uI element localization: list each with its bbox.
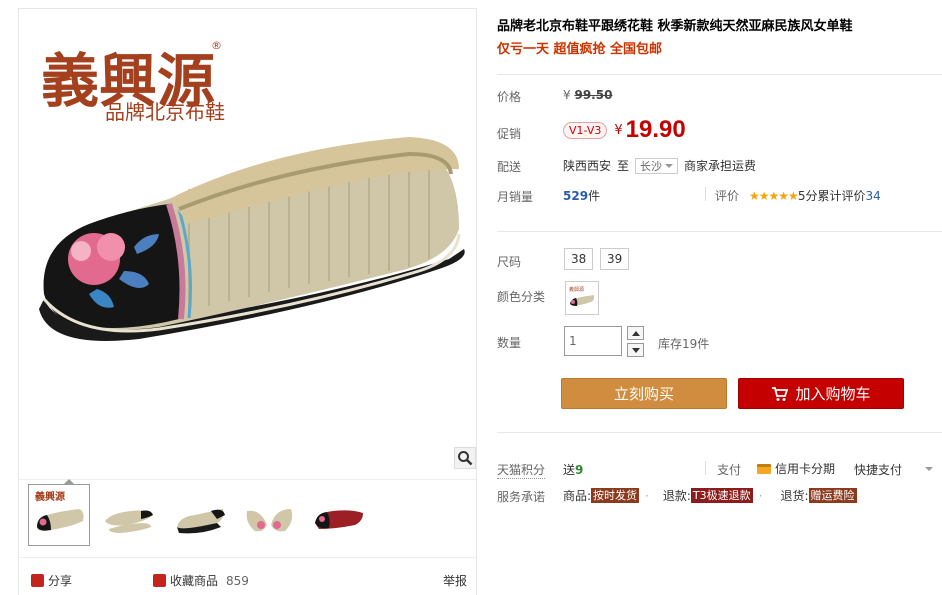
- points-value: 送9: [563, 461, 583, 478]
- service-section: 天猫积分 送9 支付 信用卡分期 快捷支付 服务承诺 商品: 按时发货 · 退款…: [497, 0, 942, 595]
- service-label: 服务承诺: [497, 490, 546, 504]
- fast-refund-tag[interactable]: T3极速退款: [690, 488, 753, 503]
- credit-card-icon: [757, 463, 771, 474]
- thumbnail-1[interactable]: 義興源: [28, 479, 90, 546]
- share-icon: [31, 574, 44, 587]
- thumbnail-strip: 義興源: [19, 479, 476, 555]
- social-bar: 分享 收藏商品 859 举报: [19, 557, 476, 595]
- reg-mark: ®: [211, 39, 222, 52]
- thumbnail-3[interactable]: [168, 484, 230, 546]
- credit-label: 信用卡分期: [775, 462, 836, 476]
- main-product-image[interactable]: 義興源 ® 品牌北京布鞋: [19, 9, 476, 469]
- tmall-points-label[interactable]: 天猫积分: [497, 461, 546, 479]
- favorite-count: 859: [226, 573, 249, 588]
- credit-installment[interactable]: 信用卡分期: [757, 460, 835, 477]
- shipping-insurance-tag[interactable]: 赠运费险: [808, 488, 857, 503]
- favorite-label: 收藏商品: [170, 574, 219, 588]
- thumbnail-5[interactable]: [308, 484, 370, 546]
- share-label: 分享: [48, 574, 73, 588]
- report-link[interactable]: 举报: [443, 572, 467, 589]
- thumb-shoe-image: 義興源: [35, 490, 84, 531]
- return-label: 退货:: [780, 489, 809, 503]
- ship-on-time-tag[interactable]: 按时发货: [591, 488, 640, 503]
- brand-slogan: 品牌北京布鞋: [105, 101, 225, 124]
- thumb-shoe-image: [315, 510, 363, 529]
- points-give: 送: [563, 463, 576, 477]
- thumb-shoe-image: [105, 510, 153, 533]
- magnifier-icon: [458, 451, 473, 466]
- thumbnail-2[interactable]: [98, 484, 160, 546]
- thumbnail-4[interactable]: [238, 484, 300, 546]
- separator-dot: ·: [645, 488, 649, 503]
- separator-dot: ·: [758, 488, 763, 503]
- divider: [705, 461, 706, 475]
- zoom-button[interactable]: [454, 447, 476, 469]
- report-label: 举报: [443, 574, 468, 588]
- payment-label: 支付: [717, 463, 742, 477]
- favorite-icon: [153, 574, 166, 587]
- service-promises: 商品: 按时发货 · 退款: T3极速退款 · 退货: 赠运费险: [563, 487, 857, 504]
- goods-label: 商品:: [563, 489, 592, 503]
- product-gallery: 義興源 ® 品牌北京布鞋 義興源 分享 收藏商品 859 举报: [18, 8, 477, 595]
- thumb-selected-arrow: [63, 479, 75, 485]
- refund-label: 退款:: [662, 489, 691, 503]
- share-link[interactable]: 分享: [31, 572, 72, 589]
- shoe-illustration: 義興源 ® 品牌北京布鞋: [39, 39, 465, 341]
- quick-pay-label[interactable]: 快捷支付: [854, 461, 902, 478]
- favorite-link[interactable]: 收藏商品 859: [153, 572, 249, 589]
- thumb-shoe-image: [177, 509, 225, 534]
- thumb-shoe-image: [246, 509, 293, 532]
- svg-text:義興源: 義興源: [35, 490, 65, 503]
- chevron-down-icon[interactable]: [925, 467, 933, 471]
- points-number: 9: [575, 463, 584, 477]
